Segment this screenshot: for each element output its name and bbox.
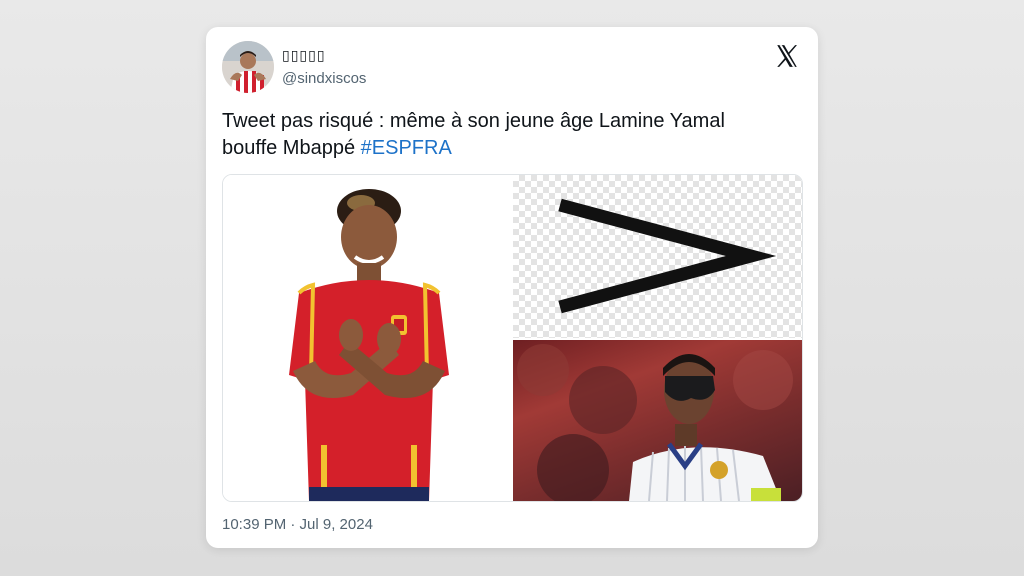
tweet-media[interactable] bbox=[222, 174, 803, 502]
user-handle[interactable]: @sindxiscos bbox=[282, 70, 366, 87]
hashtag-link[interactable]: #ESPFRA bbox=[361, 137, 452, 159]
tweet-text: Tweet pas risqué : même à son jeune âge … bbox=[222, 108, 802, 162]
avatar[interactable] bbox=[222, 41, 274, 93]
greater-than-panel bbox=[513, 175, 802, 338]
tweet-text-line2: bouffe Mbappé bbox=[222, 137, 361, 159]
greater-than-symbol bbox=[558, 198, 777, 314]
display-name[interactable]: ▯▯▯▯▯ bbox=[282, 47, 326, 64]
tweet-text-line1: Tweet pas risqué : même à son jeune âge … bbox=[222, 110, 725, 132]
tweet-card: ▯▯▯▯▯ @sindxiscos Tweet pas risqué : mêm… bbox=[206, 27, 818, 548]
player-photo-france bbox=[513, 340, 802, 501]
tweet-timestamp[interactable]: 10:39 PM · Jul 9, 2024 bbox=[222, 516, 373, 533]
player-photo-spain bbox=[223, 175, 513, 501]
x-logo-icon[interactable] bbox=[774, 43, 800, 69]
